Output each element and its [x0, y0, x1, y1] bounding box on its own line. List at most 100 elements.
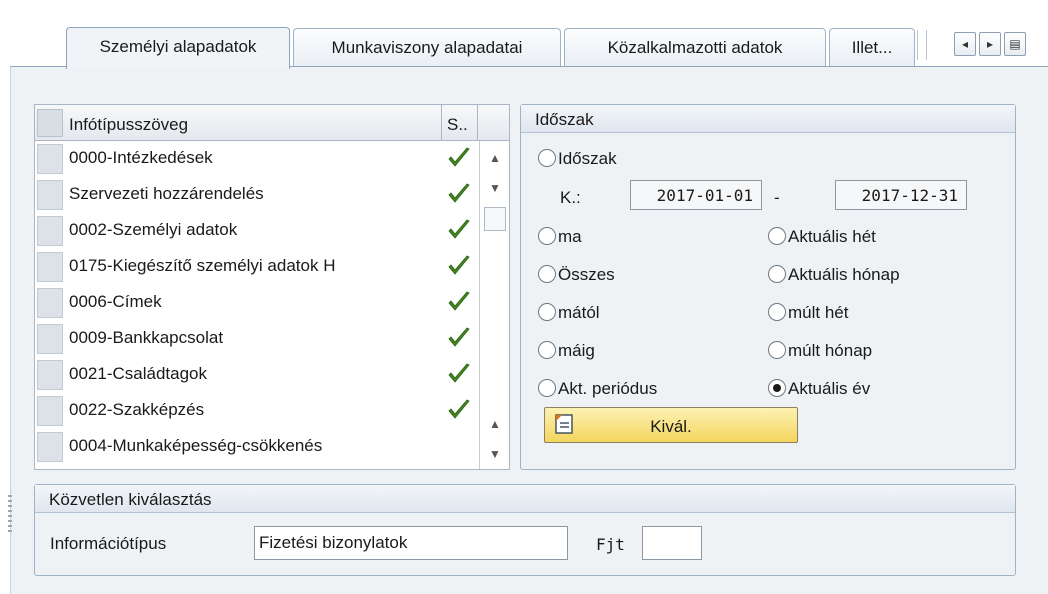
- radio-option[interactable]: máig: [538, 341, 595, 361]
- direct-selection-title: Közvetlen kiválasztás: [35, 485, 1015, 513]
- table-scrollbar[interactable]: ▲ ▼ ▲ ▼: [479, 141, 509, 469]
- row-selector-button[interactable]: [37, 180, 63, 210]
- radio-circle-icon: [768, 265, 786, 283]
- select-button-label: Kivál.: [650, 417, 692, 436]
- column-divider: [441, 105, 442, 141]
- row-selector-button[interactable]: [37, 288, 63, 318]
- table-header: Infótípusszöveg S..: [35, 105, 509, 141]
- tab-list-button[interactable]: ▤: [1004, 32, 1026, 56]
- radio-label: Összes: [558, 265, 615, 284]
- scroll-page-down-icon[interactable]: ▼: [484, 443, 506, 465]
- tab-separator: [917, 30, 927, 60]
- table-row[interactable]: 0004-Munkaképesség-csökkenés: [35, 429, 479, 465]
- check-icon: [445, 144, 473, 172]
- tab-label: Illet...: [851, 38, 893, 57]
- subtype-label: Fjt: [596, 535, 625, 554]
- table-row[interactable]: 0175-Kiegészítő személyi adatok H: [35, 249, 479, 285]
- radio-circle-icon: [768, 303, 786, 321]
- tab-label: Közalkalmazotti adatok: [607, 38, 783, 57]
- radio-label: Aktuális hónap: [788, 265, 900, 284]
- radio-circle-icon: [538, 303, 556, 321]
- tab-munkaviszony-alapadatai[interactable]: Munkaviszony alapadatai: [293, 28, 561, 68]
- row-selector-button[interactable]: [37, 252, 63, 282]
- radio-label: ma: [558, 227, 582, 246]
- scroll-down-icon[interactable]: ▼: [484, 177, 506, 199]
- check-icon: [445, 252, 473, 280]
- radio-circle-icon: [768, 227, 786, 245]
- scroll-up-icon[interactable]: ▲: [484, 147, 506, 169]
- row-selector-button[interactable]: [37, 396, 63, 426]
- check-icon: [445, 324, 473, 352]
- radio-option[interactable]: múlt hónap: [768, 341, 872, 361]
- tab-kozalkalmazotti-adatok[interactable]: Közalkalmazotti adatok: [564, 28, 826, 68]
- infotype-cell: 0002-Személyi adatok: [69, 220, 238, 239]
- column-header-infotype[interactable]: Infótípusszöveg: [69, 115, 188, 135]
- resize-grip[interactable]: [8, 495, 12, 535]
- triangle-right-icon: ▸: [986, 37, 994, 51]
- radio-option[interactable]: Aktuális év: [768, 379, 870, 399]
- tab-prev-button[interactable]: ◂: [954, 32, 976, 56]
- triangle-left-icon: ◂: [961, 37, 969, 51]
- subtype-input[interactable]: [642, 526, 702, 560]
- scroll-page-up-icon[interactable]: ▲: [484, 413, 506, 435]
- infotype-cell: 0022-Szakképzés: [69, 400, 205, 419]
- radio-label: múlt hónap: [788, 341, 873, 360]
- radio-option[interactable]: mától: [538, 303, 600, 323]
- scroll-thumb[interactable]: [484, 207, 506, 231]
- check-icon: [445, 216, 473, 244]
- radio-option[interactable]: Aktuális hónap: [768, 265, 900, 285]
- radio-label: mától: [558, 303, 600, 322]
- tab-label: Személyi alapadatok: [99, 37, 257, 56]
- radio-circle-icon: [538, 265, 556, 283]
- table-row[interactable]: 0000-Intézkedések: [35, 141, 479, 177]
- radio-circle-icon: [768, 379, 786, 397]
- date-range-dash: -: [774, 188, 780, 207]
- row-selector-button[interactable]: [37, 360, 63, 390]
- radio-option[interactable]: Akt. periódus: [538, 379, 657, 399]
- check-icon: [445, 288, 473, 316]
- tab-strip: Személyi alapadatok Munkaviszony alapada…: [0, 0, 1048, 69]
- radio-circle-icon: [768, 341, 786, 359]
- radio-label: Aktuális év: [788, 379, 871, 398]
- row-selector-button[interactable]: [37, 216, 63, 246]
- table-row[interactable]: Szervezeti hozzárendelés: [35, 177, 479, 213]
- radio-label: Akt. periódus: [558, 379, 658, 398]
- from-date-label: K.:: [560, 188, 581, 207]
- table-row[interactable]: 0022-Szakképzés: [35, 393, 479, 429]
- to-date-field[interactable]: 2017-12-31: [835, 180, 967, 210]
- table-row[interactable]: 0009-Bankkapcsolat: [35, 321, 479, 357]
- table-row[interactable]: 0002-Személyi adatok: [35, 213, 479, 249]
- radio-label: Aktuális hét: [788, 227, 876, 246]
- tab-szemelyi-alapadatok[interactable]: Személyi alapadatok: [66, 27, 290, 69]
- radio-option[interactable]: ma: [538, 227, 582, 247]
- tab-illet[interactable]: Illet...: [829, 28, 915, 68]
- select-all-button[interactable]: [37, 109, 63, 137]
- infotype-cell: 0009-Bankkapcsolat: [69, 328, 224, 347]
- infotype-cell: 0021-Családtagok: [69, 364, 207, 383]
- infotype-cell: 0175-Kiegészítő személyi adatok H: [69, 256, 336, 275]
- infotype-cell: Szervezeti hozzárendelés: [69, 184, 264, 203]
- check-icon: [445, 180, 473, 208]
- row-selector-button[interactable]: [37, 432, 63, 462]
- tab-list-icon: ▤: [1009, 37, 1021, 51]
- column-divider: [477, 105, 478, 141]
- from-date-field[interactable]: 2017-01-01: [630, 180, 762, 210]
- radio-label: máig: [558, 341, 595, 360]
- radio-period[interactable]: Időszak: [538, 149, 617, 169]
- radio-option[interactable]: múlt hét: [768, 303, 848, 323]
- period-group-title: Időszak: [521, 105, 1015, 133]
- table-row[interactable]: 0021-Családtagok: [35, 357, 479, 393]
- infotype-cell: 0004-Munkaképesség-csökkenés: [69, 436, 323, 455]
- tab-next-button[interactable]: ▸: [979, 32, 1001, 56]
- column-header-status[interactable]: S..: [447, 115, 468, 135]
- table-row[interactable]: 0006-Címek: [35, 285, 479, 321]
- radio-option[interactable]: Aktuális hét: [768, 227, 876, 247]
- radio-circle-icon: [538, 227, 556, 245]
- select-button[interactable]: Kivál.: [544, 407, 798, 443]
- infotype-cell: 0000-Intézkedések: [69, 148, 213, 167]
- radio-option[interactable]: Összes: [538, 265, 615, 285]
- radio-circle-icon: [538, 149, 556, 167]
- row-selector-button[interactable]: [37, 324, 63, 354]
- row-selector-button[interactable]: [37, 144, 63, 174]
- infotype-input[interactable]: Fizetési bizonylatok: [254, 526, 568, 560]
